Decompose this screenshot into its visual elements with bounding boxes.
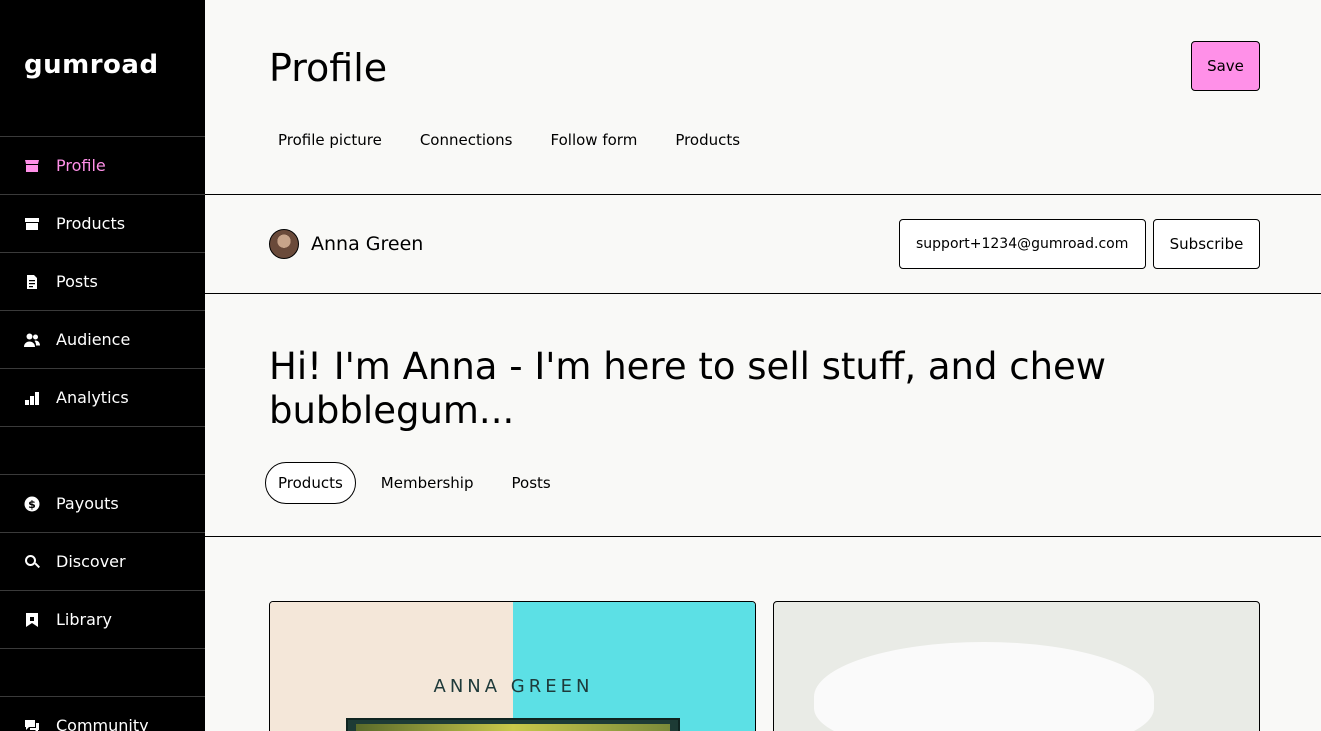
people-icon — [24, 332, 40, 348]
tab-profile-picture[interactable]: Profile picture — [278, 131, 382, 149]
sidebar-item-label: Community — [56, 716, 149, 731]
svg-text:$: $ — [28, 498, 36, 511]
email-field[interactable] — [899, 219, 1146, 269]
gumroad-logo[interactable]: gumroad — [24, 50, 159, 80]
sidebar-item-discover[interactable]: Discover — [0, 532, 205, 590]
sidebar-item-payouts[interactable]: $ Payouts — [0, 474, 205, 532]
subscribe-button[interactable]: Subscribe — [1153, 219, 1260, 269]
document-icon — [24, 274, 40, 290]
chat-icon — [24, 718, 40, 731]
tab-products[interactable]: Products — [675, 131, 740, 149]
divider — [205, 194, 1321, 195]
product-cover-image — [346, 718, 680, 731]
sidebar-item-label: Payouts — [56, 494, 119, 513]
product-cover-title: ANNA GREEN — [433, 676, 594, 697]
card-cover-right — [513, 602, 755, 731]
divider — [205, 293, 1321, 294]
sidebar-item-posts[interactable]: Posts — [0, 252, 205, 310]
profile-bio[interactable]: Hi! I'm Anna - I'm here to sell stuff, a… — [269, 345, 1169, 433]
page-title: Profile — [269, 46, 388, 90]
sidebar-item-analytics[interactable]: Analytics — [0, 368, 205, 426]
sidebar-item-label: Library — [56, 610, 112, 629]
sidebar-item-profile[interactable]: Profile — [0, 136, 205, 194]
avatar — [269, 229, 299, 259]
sidebar-item-audience[interactable]: Audience — [0, 310, 205, 368]
save-button[interactable]: Save — [1191, 41, 1260, 91]
archive-icon — [24, 216, 40, 232]
product-card[interactable]: ANNA GREEN — [269, 601, 756, 731]
tab-products-section[interactable]: Products — [265, 462, 356, 504]
sidebar-item-label: Products — [56, 214, 126, 233]
sidebar-item-label: Posts — [56, 272, 98, 291]
store-icon — [24, 158, 40, 174]
tab-connections[interactable]: Connections — [420, 131, 513, 149]
sidebar-item-label: Analytics — [56, 388, 129, 407]
dollar-circle-icon: $ — [24, 496, 40, 512]
sidebar-item-label: Discover — [56, 552, 126, 571]
divider — [205, 536, 1321, 537]
product-card[interactable] — [773, 601, 1260, 731]
sidebar-item-library[interactable]: Library — [0, 590, 205, 648]
sidebar-item-products[interactable]: Products — [0, 194, 205, 252]
sidebar-item-label: Audience — [56, 330, 131, 349]
sidebar: gumroad Profile Products Posts Audience … — [0, 0, 205, 731]
bookmark-icon — [24, 612, 40, 628]
product-cover-image — [814, 642, 1154, 731]
section-tabs: Products Membership Posts — [265, 462, 564, 504]
tab-posts-section[interactable]: Posts — [500, 462, 563, 504]
sidebar-item-label: Profile — [56, 156, 106, 175]
sidebar-divider — [0, 648, 205, 649]
search-icon — [24, 554, 40, 570]
card-cover-left — [270, 602, 513, 731]
sidebar-divider — [0, 426, 205, 427]
sidebar-item-community[interactable]: Community — [0, 696, 205, 731]
profile-name: Anna Green — [311, 233, 424, 255]
tab-membership-section[interactable]: Membership — [369, 462, 486, 504]
profile-settings-tabs: Profile picture Connections Follow form … — [278, 131, 778, 149]
bar-chart-icon — [24, 390, 40, 406]
tab-follow-form[interactable]: Follow form — [551, 131, 638, 149]
